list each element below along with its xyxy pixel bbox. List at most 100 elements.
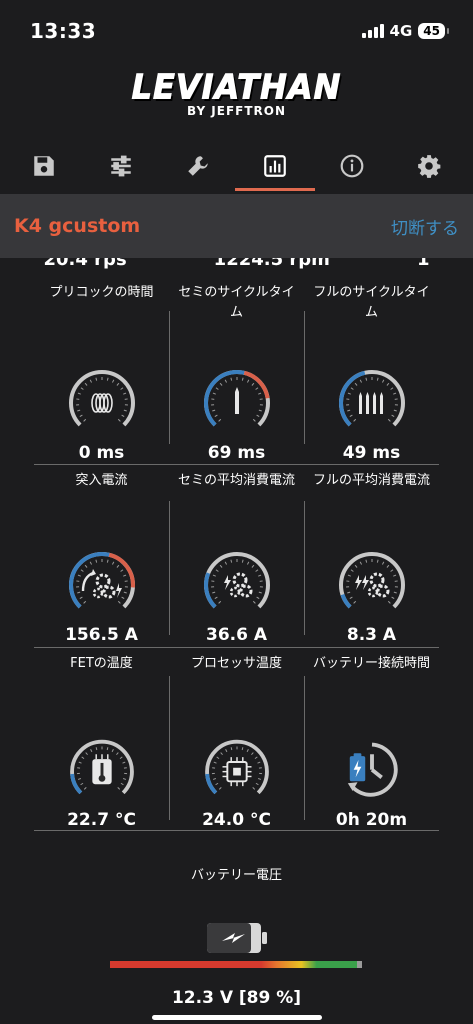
network-label: 4G <box>389 22 413 40</box>
gauge-tick <box>354 564 357 568</box>
stat-label: セミの平均消費電流 <box>177 473 295 488</box>
gauge-fill <box>340 593 352 609</box>
gauge-tick <box>219 382 222 386</box>
chart-icon <box>264 155 286 177</box>
gauge-tick <box>80 387 84 390</box>
battery-voltage-bar <box>110 961 362 968</box>
gauge-tick <box>386 564 389 568</box>
home-indicator[interactable] <box>152 1015 322 1020</box>
gauge-tick <box>229 377 232 381</box>
battery-voltage-value: 12.3 V [89 %] <box>171 988 302 1008</box>
gauge-tick <box>347 574 351 577</box>
gauge-fill <box>204 773 217 794</box>
gauge-tick <box>386 382 389 386</box>
gauge-tick <box>251 382 254 386</box>
gauge-tick <box>117 600 121 604</box>
device-name: K4 gcustom <box>14 215 141 237</box>
gauge-tick <box>215 387 219 390</box>
stat-value: 156.5 A <box>65 625 138 645</box>
gauge-tick <box>94 377 97 381</box>
gauge-tick <box>257 392 261 395</box>
gauge-tick <box>224 379 227 383</box>
tab-settings-sliders[interactable] <box>91 144 151 188</box>
stats-row: プリコックの時間 0 ms セミのサイクルタイム 69 ms フルのサイクルタイ… <box>34 271 439 464</box>
gauge-tick <box>256 761 260 764</box>
gauge-tick <box>381 561 384 565</box>
gauge-tick <box>111 561 114 565</box>
gauge-tick <box>349 414 353 418</box>
disconnect-button[interactable]: 切断する <box>391 214 459 239</box>
stat-inrush-current: 突入電流 156.5 A <box>34 471 169 647</box>
tab-settings[interactable] <box>399 144 459 188</box>
stat-label: バッテリー接続時間 <box>312 656 430 671</box>
tab-tools[interactable] <box>168 144 228 188</box>
gauge-tick <box>258 591 262 594</box>
gauge-tick <box>346 409 350 412</box>
gauge-tick <box>122 574 126 577</box>
gauge-tick <box>230 746 232 750</box>
gauge-tick <box>217 600 221 604</box>
gauge-tick <box>350 569 354 572</box>
gauge-tick <box>212 574 216 577</box>
gauge-tick <box>359 379 362 383</box>
gauge-tick <box>215 569 219 572</box>
gauge-tick <box>376 559 379 563</box>
stats-row: 突入電流 156.5 A セミの平均消費電流 36.6 A フルの平均消費電流 … <box>34 465 439 647</box>
gauge-tick <box>106 746 108 750</box>
gauge-tick <box>359 561 362 565</box>
gauge-tick <box>79 596 83 600</box>
inrush-gears-icon <box>68 552 135 609</box>
gauge-tick <box>84 751 88 755</box>
stat-value: 24.0 °C <box>202 810 271 830</box>
thermometer-icon <box>69 739 134 794</box>
tab-save[interactable] <box>14 144 74 188</box>
gauge-tick <box>254 756 258 759</box>
gauge-tick <box>76 409 80 412</box>
gauge-tick <box>224 561 227 565</box>
gauge-tick <box>79 782 83 785</box>
semi-gears-icon <box>203 552 270 609</box>
gauge-tick <box>215 756 219 759</box>
gauge-tick <box>84 382 87 386</box>
gauge-tick <box>255 782 259 785</box>
stat-value: 0h 20m <box>335 810 408 830</box>
processor-icon <box>204 739 269 794</box>
gauge-tick <box>121 761 125 764</box>
gauge-tick <box>241 746 243 750</box>
gauge-tick <box>251 564 254 568</box>
gauge-tick <box>95 746 97 750</box>
info-icon <box>340 154 364 178</box>
gauge-tick <box>393 591 397 594</box>
gauge-tick <box>352 600 356 604</box>
stat-battery-connection-time: バッテリー接続時間 0h 20m <box>304 654 439 830</box>
stat-label: プリコックの時間 <box>49 285 154 300</box>
app-logo: LEVIATHAN BY JEFFTRON <box>0 62 473 130</box>
save-icon <box>34 156 55 176</box>
gauge-tick <box>123 409 127 412</box>
gauge-tick <box>214 414 218 418</box>
gauge-tick <box>349 596 353 600</box>
gauge-fill-high <box>243 370 270 399</box>
gauge-tick <box>214 596 218 600</box>
stat-label: フルのサイクルタイム <box>313 285 430 320</box>
status-bar: 13:33 4G 45 <box>0 0 473 62</box>
gauge-tick <box>257 777 261 780</box>
stat-full-cycle-time: フルのサイクルタイム 49 ms <box>304 283 439 464</box>
tab-statistics[interactable] <box>234 144 315 191</box>
gauge-tick <box>224 748 227 752</box>
gauge-tick <box>213 761 217 764</box>
gauge-tick <box>76 591 80 594</box>
stat-value: 49 ms <box>342 443 401 463</box>
signal-icon <box>361 24 384 38</box>
gauge-tick <box>77 392 81 395</box>
gauge-tick <box>346 591 350 594</box>
gauge-tick <box>80 756 84 759</box>
gauge-tick <box>122 392 126 395</box>
stat-full-average-current: フルの平均消費電流 8.3 A <box>304 471 439 647</box>
gauge-tick <box>80 569 84 572</box>
battery-charging-icon <box>206 923 267 953</box>
tab-info[interactable] <box>322 144 382 188</box>
stat-value: 22.7 °C <box>67 810 136 830</box>
device-connection-bar: K4 gcustom 切断する <box>0 194 473 258</box>
gauge-fill <box>69 773 82 794</box>
